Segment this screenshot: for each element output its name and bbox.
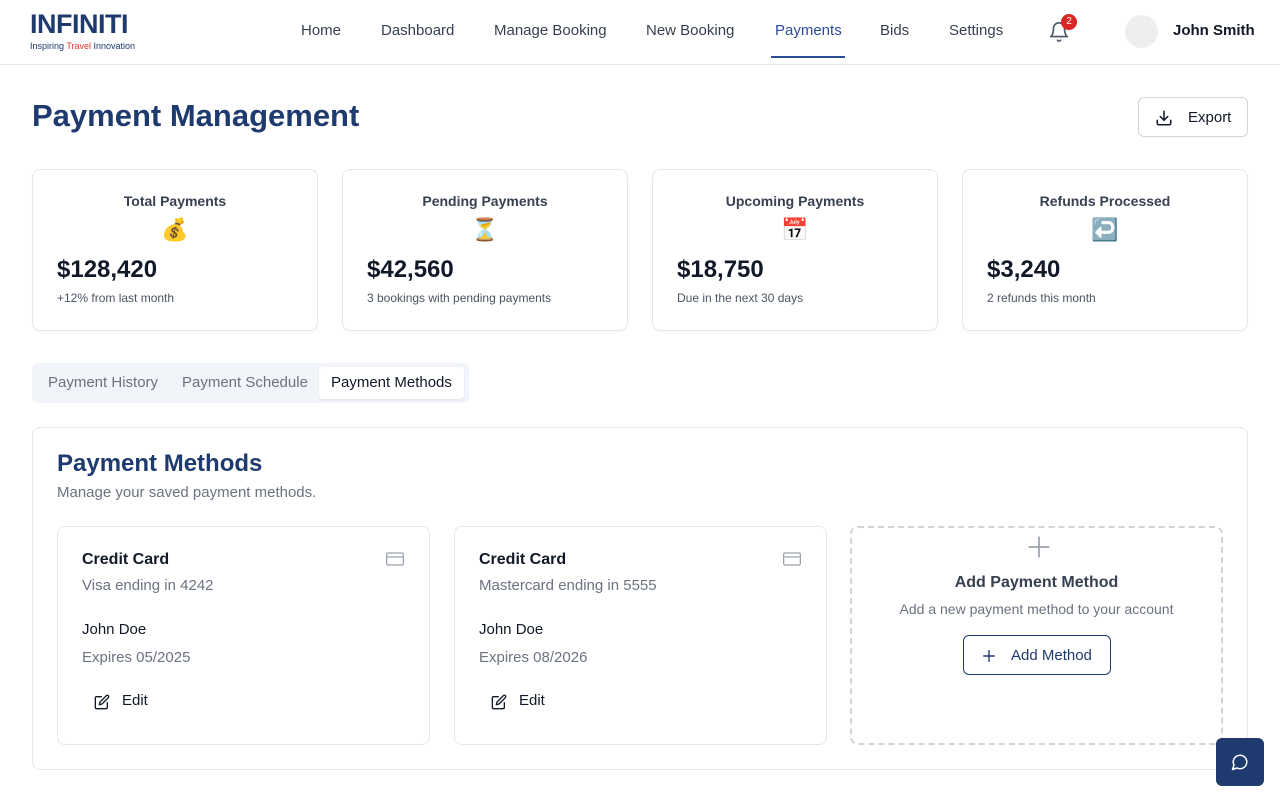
add-method-title: Add Payment Method [954,574,1119,591]
add-method-button[interactable]: Add Method [963,635,1111,675]
calendar-icon: 📅 [781,217,809,242]
stat-subtext: 2 refunds this month [987,291,1096,305]
nav-settings[interactable]: Settings [949,22,1003,39]
card-description: Visa ending in 4242 [82,577,214,594]
edit-label: Edit [519,692,545,709]
card-type: Credit Card [82,551,170,568]
money-bag-icon: 💰 [161,217,189,242]
chat-button[interactable] [1216,738,1264,786]
user-name[interactable]: John Smith [1173,22,1255,39]
nav-payments[interactable]: Payments [775,22,842,39]
stat-title: Refunds Processed [1039,193,1171,209]
add-method-subtitle: Add a new payment method to your account [899,601,1174,617]
credit-card-icon [385,552,405,566]
stat-card-refunds-processed: Refunds Processed ↩️ $3,240 2 refunds th… [962,169,1248,331]
nav-home[interactable]: Home [301,22,341,39]
card-expiry: Expires 05/2025 [82,649,191,666]
hourglass-icon: ⏳ [471,217,499,242]
tab-payment-history[interactable]: Payment History [36,367,170,399]
stat-card-pending-payments: Pending Payments ⏳ $42,560 3 bookings wi… [342,169,628,331]
edit-icon [491,694,507,710]
add-payment-method-card[interactable]: Add Payment Method Add a new payment met… [850,526,1223,745]
stat-value: $18,750 [677,256,764,283]
plus-icon [983,650,995,662]
stat-value: $42,560 [367,256,454,283]
user-avatar[interactable] [1125,15,1158,48]
card-holder: John Doe [479,621,544,638]
nav-new-booking[interactable]: New Booking [646,22,734,39]
nav-bids[interactable]: Bids [880,22,909,39]
nav-active-indicator [771,56,845,58]
tagline-prefix: Inspiring [30,41,67,51]
stat-title: Total Payments [123,193,227,209]
payment-method-card: Credit Card Mastercard ending in 5555 Jo… [454,526,827,745]
card-type: Credit Card [479,551,567,568]
stat-subtext: +12% from last month [57,291,175,305]
top-header: INFINITI Inspiring Travel Innovation Hom… [0,0,1280,65]
section-title: Payment Methods [57,450,263,477]
credit-card-icon [782,552,802,566]
stat-title: Upcoming Payments [725,193,865,209]
card-expiry: Expires 08/2026 [479,649,588,666]
stat-card-total-payments: Total Payments 💰 $128,420 +12% from last… [32,169,318,331]
return-arrow-icon: ↩️ [1091,217,1119,242]
nav-manage-booking[interactable]: Manage Booking [494,22,607,39]
stat-value: $3,240 [987,256,1061,283]
stat-value: $128,420 [57,256,158,283]
notification-count-badge: 2 [1061,14,1077,30]
card-description: Mastercard ending in 5555 [479,577,657,594]
stat-card-upcoming-payments: Upcoming Payments 📅 $18,750 Due in the n… [652,169,938,331]
nav-dashboard[interactable]: Dashboard [381,22,454,39]
brand-name: INFINITI [30,9,129,39]
edit-icon [94,694,110,710]
tagline-accent: Travel [66,41,92,51]
tagline-suffix: Innovation [91,41,136,51]
export-button[interactable]: Export [1138,97,1248,137]
brand-tagline: Inspiring Travel Innovation [30,40,135,52]
payment-tabs: Payment History Payment Schedule Payment… [32,363,469,403]
stat-subtext: Due in the next 30 days [677,291,804,305]
section-subtitle: Manage your saved payment methods. [57,484,317,501]
add-method-label: Add Method [1011,647,1092,664]
card-holder: John Doe [82,621,147,638]
edit-label: Edit [122,692,148,709]
tab-payment-schedule[interactable]: Payment Schedule [170,367,320,399]
brand-logo[interactable]: INFINITI Inspiring Travel Innovation [30,10,135,52]
page-title: Payment Management [32,98,360,133]
tab-payment-methods[interactable]: Payment Methods [319,367,464,399]
payment-method-card: Credit Card Visa ending in 4242 John Doe… [57,526,430,745]
chat-bubble-icon [1231,754,1248,771]
payment-methods-panel: Payment Methods Manage your saved paymen… [32,427,1248,770]
stat-title: Pending Payments [422,193,548,209]
export-label: Export [1188,109,1232,126]
stat-subtext: 3 bookings with pending payments [367,291,552,305]
edit-button[interactable]: Edit [479,685,557,719]
plus-icon [1028,536,1050,558]
download-icon [1156,110,1172,126]
edit-button[interactable]: Edit [82,685,160,719]
